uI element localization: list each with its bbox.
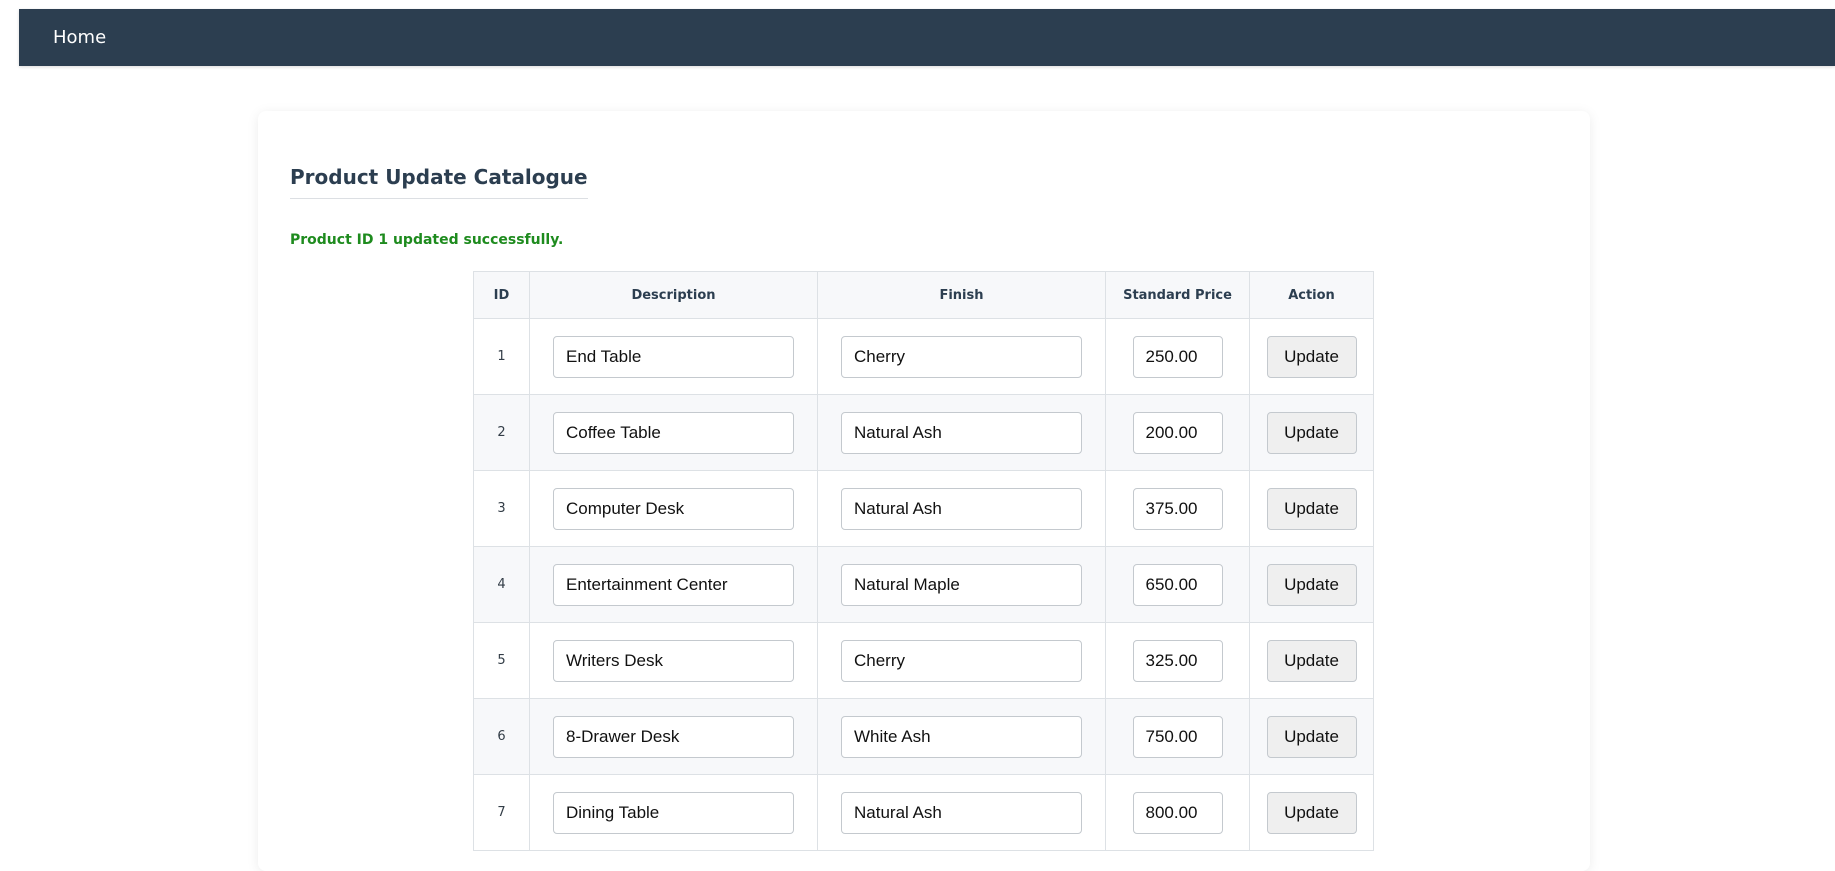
price-cell [1105,622,1250,699]
column-header-description: Description [529,271,818,319]
description-input[interactable] [553,715,794,758]
standard-price-input[interactable] [1132,715,1223,758]
table-row: 1 Update [473,318,1374,395]
finish-cell [817,622,1106,699]
standard-price-input[interactable] [1132,563,1223,606]
description-cell [529,546,818,623]
description-cell [529,470,818,547]
table-row: 7 Update [473,774,1374,851]
finish-cell [817,318,1106,395]
finish-cell [817,394,1106,471]
description-input[interactable] [553,791,794,834]
action-cell: Update [1249,394,1374,471]
product-id-cell: 2 [473,394,530,471]
description-input[interactable] [553,639,794,682]
finish-cell [817,470,1106,547]
standard-price-input[interactable] [1132,335,1223,378]
nav-home-link[interactable]: Home [53,9,106,66]
table-row: 4 Update [473,546,1374,623]
description-input[interactable] [553,411,794,454]
action-cell: Update [1249,470,1374,547]
price-cell [1105,774,1250,851]
finish-input[interactable] [841,411,1082,454]
product-id-cell: 4 [473,546,530,623]
update-button[interactable]: Update [1266,791,1357,834]
table-row: 3 Update [473,470,1374,547]
update-button[interactable]: Update [1266,411,1357,454]
update-button[interactable]: Update [1266,639,1357,682]
standard-price-input[interactable] [1132,487,1223,530]
action-cell: Update [1249,698,1374,775]
finish-cell [817,546,1106,623]
action-cell: Update [1249,318,1374,395]
column-header-finish: Finish [817,271,1106,319]
action-cell: Update [1249,622,1374,699]
standard-price-input[interactable] [1132,411,1223,454]
standard-price-input[interactable] [1132,791,1223,834]
update-button[interactable]: Update [1266,563,1357,606]
column-header-id: ID [473,271,530,319]
update-button[interactable]: Update [1266,335,1357,378]
product-id-cell: 7 [473,774,530,851]
description-cell [529,698,818,775]
table-row: 6 Update [473,698,1374,775]
finish-input[interactable] [841,335,1082,378]
top-navbar: Home [19,9,1835,66]
description-input[interactable] [553,335,794,378]
price-cell [1105,318,1250,395]
finish-cell [817,698,1106,775]
page-title: Product Update Catalogue [290,165,588,199]
finish-input[interactable] [841,639,1082,682]
finish-input[interactable] [841,715,1082,758]
update-button[interactable]: Update [1266,487,1357,530]
product-id-cell: 3 [473,470,530,547]
description-input[interactable] [553,487,794,530]
action-cell: Update [1249,774,1374,851]
finish-input[interactable] [841,791,1082,834]
finish-input[interactable] [841,487,1082,530]
description-cell [529,318,818,395]
table-header-row: ID Description Finish Standard Price Act… [473,271,1374,319]
column-header-standard-price: Standard Price [1105,271,1250,319]
price-cell [1105,394,1250,471]
update-button[interactable]: Update [1266,715,1357,758]
description-cell [529,774,818,851]
catalogue-card: Product Update Catalogue Product ID 1 up… [258,111,1590,871]
price-cell [1105,546,1250,623]
price-cell [1105,698,1250,775]
description-input[interactable] [553,563,794,606]
product-id-cell: 1 [473,318,530,395]
description-cell [529,394,818,471]
table-row: 2 Update [473,394,1374,471]
action-cell: Update [1249,546,1374,623]
table-row: 5 Update [473,622,1374,699]
product-table: ID Description Finish Standard Price Act… [473,271,1374,851]
product-id-cell: 5 [473,622,530,699]
price-cell [1105,470,1250,547]
column-header-action: Action [1249,271,1374,319]
success-message: Product ID 1 updated successfully. [290,232,564,248]
product-id-cell: 6 [473,698,530,775]
finish-cell [817,774,1106,851]
description-cell [529,622,818,699]
finish-input[interactable] [841,563,1082,606]
standard-price-input[interactable] [1132,639,1223,682]
